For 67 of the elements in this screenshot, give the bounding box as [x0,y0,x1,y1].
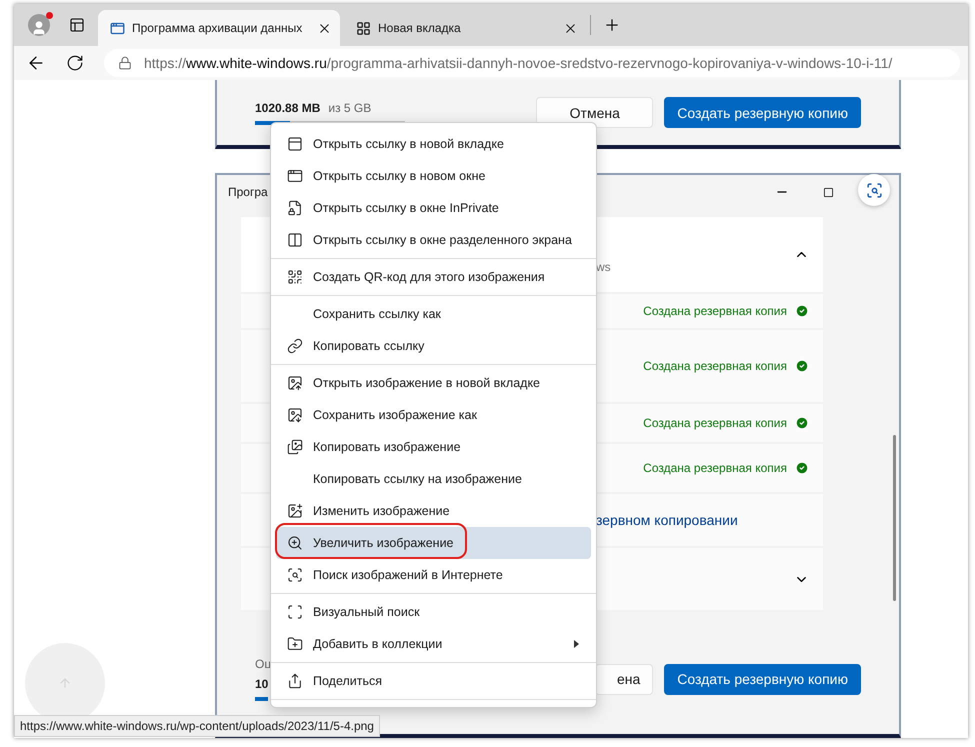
tab-title: Новая вкладка [378,21,462,35]
menu-item[interactable]: Сохранить ссылку как [276,298,591,330]
folder-plus-icon [286,636,302,652]
window-icon [286,168,302,184]
maximize-icon [823,186,834,198]
menu-item[interactable]: Открыть ссылку в новом окне [276,160,591,192]
scrollbar-thumb[interactable] [893,435,896,601]
lock-file-icon [286,200,302,216]
storage-used: 1020.88 MB [255,100,320,114]
image-icon [286,375,302,391]
browser-tab[interactable]: Новая вкладка [344,10,586,46]
menu-item[interactable]: Копировать изображение [276,431,591,463]
backup-status: Создана резервная копия [643,304,787,318]
browser-tab[interactable]: Программа архивации данных [98,10,340,46]
person-icon [31,20,47,36]
check-icon [795,461,809,475]
tab-actions-icon[interactable] [69,17,85,33]
status-url-tooltip: https://www.white-windows.ru/wp-content/uploads/2023/11/5-4.png [14,715,380,737]
images-icon [286,439,302,455]
check-icon [795,359,809,373]
menu-item[interactable]: Копировать ссылку [276,330,591,362]
refresh-icon[interactable] [66,54,84,72]
menu-item[interactable]: Добавить в коллекции [276,628,591,660]
create-backup-button[interactable]: Создать резервную копию [664,664,861,694]
image-download-icon [286,407,302,423]
tab-icon [286,136,302,152]
menu-item[interactable]: Открыть ссылку в новой вкладке [276,128,591,160]
backup-status: Создана резервная копия [643,461,787,475]
check-icon [795,416,809,430]
visual-search-icon [866,182,882,198]
storage-bar [255,697,268,701]
scan-icon [286,604,302,620]
arrow-up-icon [58,676,72,690]
link-icon [286,338,302,354]
split-screen-icon [286,232,302,248]
menu-item[interactable]: Сохранить изображение как [276,399,591,431]
qr-code-icon [286,269,302,285]
menu-item[interactable]: Поделиться [276,665,591,697]
tab-title: Программа архивации данных [132,21,304,35]
storage-total: из 5 GB [328,100,372,114]
image-search-icon [286,567,302,583]
menu-item[interactable]: Создать QR-код для этого изображения [276,261,591,293]
check-icon [795,304,809,318]
menu-item[interactable]: Изменить изображение [276,495,591,527]
menu-item[interactable]: Поиск изображений в Интернете [276,559,591,591]
image-plus-icon [286,503,302,519]
menu-item[interactable]: Открыть ссылку в окне InPrivate [276,192,591,224]
share-icon [286,673,302,689]
menu-item[interactable]: Открыть изображение в новой вкладке [276,367,591,399]
notification-dot [46,12,53,19]
menu-item[interactable]: Копировать ссылку на изображение [276,463,591,495]
info-link[interactable]: зервном копировании [596,512,809,528]
cancel-button[interactable]: Отмена [536,97,654,128]
create-backup-button[interactable]: Создать резервную копию [664,97,861,128]
lock-icon [118,56,132,70]
storage-used: 10 [255,677,270,691]
backup-status: Создана резервная копия [643,416,787,430]
profile-avatar[interactable] [28,14,50,36]
menu-item[interactable]: Визуальный поиск [276,596,591,628]
window-title: Програ [228,185,269,199]
address-field[interactable]: https://www.white-windows.ru/programma-arhivatsii-dannyh-novoe-sredstvo-rezervnogo-kopirovaniya-v-windows-10-i-11/ [104,49,960,77]
backup-status: Создана резервная копия [643,359,787,373]
cancel-button[interactable]: ена [595,664,654,694]
zoom-in-icon [286,535,302,551]
menu-item[interactable]: Открыть ссылку в окне разделенного экрана [276,224,591,256]
grid-icon [356,20,371,36]
page-icon [110,20,125,36]
